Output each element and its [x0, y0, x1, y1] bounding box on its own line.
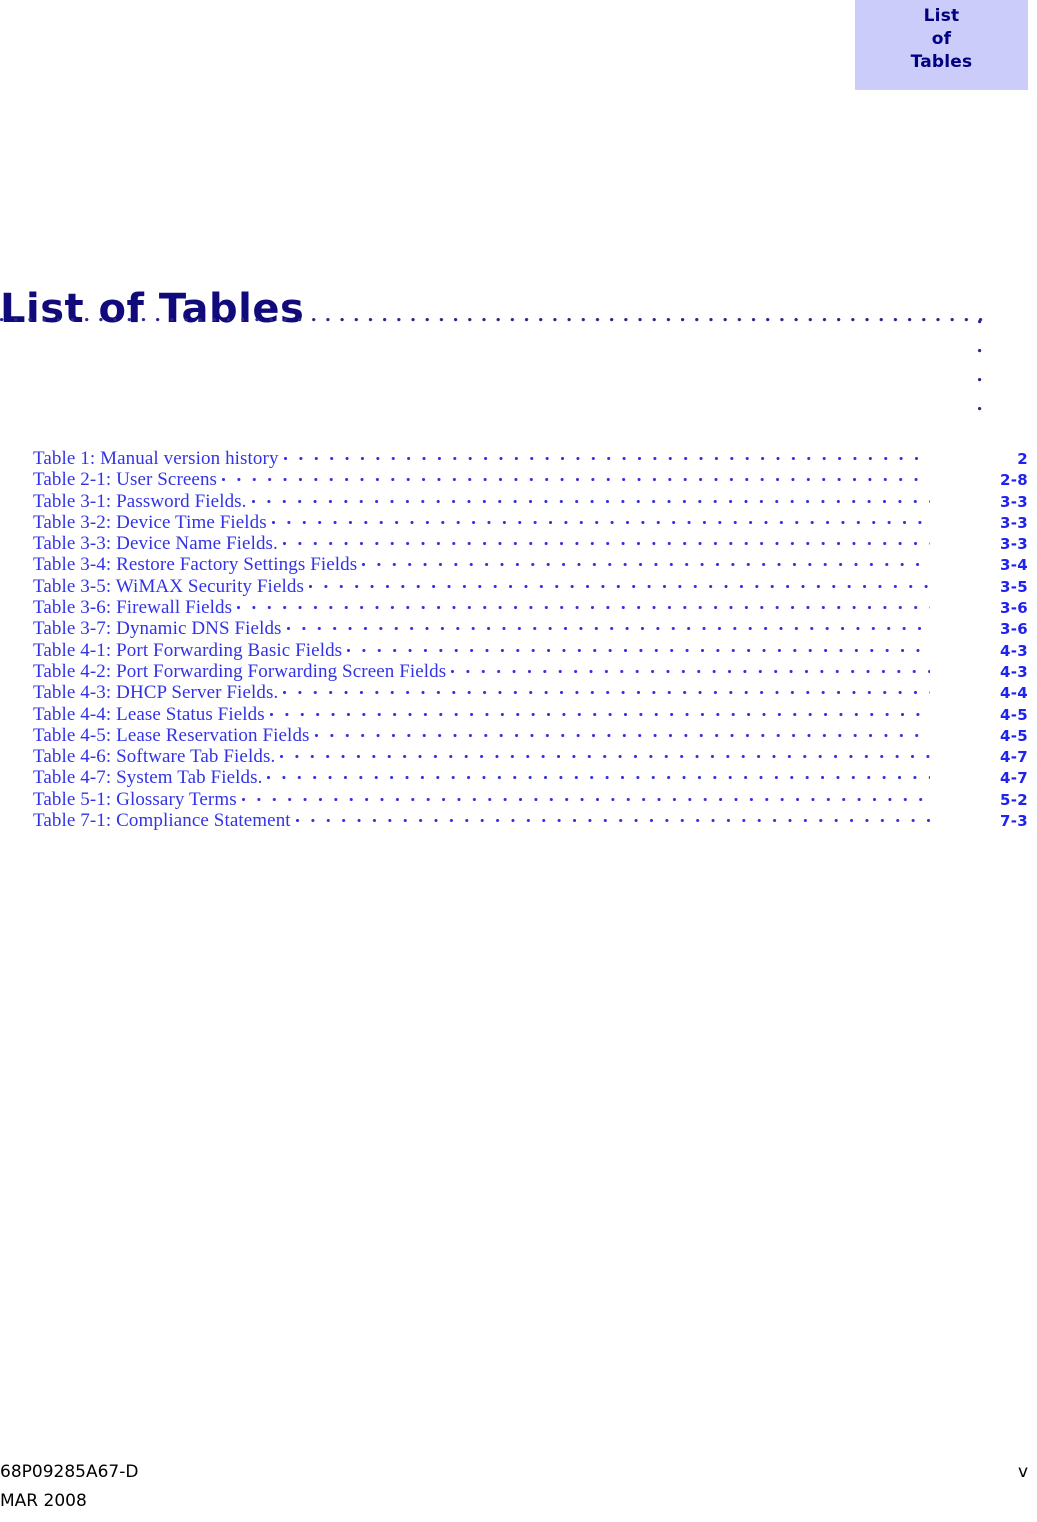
toc-entry-label: Table 4-5: Lease Reservation Fields: [33, 724, 310, 746]
toc-dot-leader: [283, 447, 930, 464]
toc-dot-leader: [271, 511, 930, 528]
toc-entry-label: Table 3-5: WiMAX Security Fields: [33, 575, 304, 597]
toc-dot-leader: [222, 468, 930, 485]
toc-entry-label: Table 1: Manual version history: [33, 448, 279, 469]
list-of-tables: Table 1: Manual version history 2 Table 2-…: [33, 447, 1028, 832]
toc-entry[interactable]: Table 3-1: Password Fields. 3-3: [33, 490, 1028, 512]
thumb-tab-line-3: Tables: [910, 52, 973, 72]
toc-dot-leader: [237, 596, 930, 613]
page-title: List of Tables: [0, 285, 305, 332]
toc-entry-page-number: 2-8: [1000, 471, 1028, 490]
toc-entry-label: Table 4-7: System Tab Fields.: [33, 767, 263, 789]
toc-entry[interactable]: Table 4-2: Port Forwarding Forwarding Sc…: [33, 660, 1028, 682]
toc-dot-leader: [269, 703, 930, 720]
toc-entry[interactable]: Table 2-1: User Screens 2-8: [33, 468, 1028, 491]
toc-entry-label: Table 3-2: Device Time Fields: [33, 511, 267, 533]
toc-dot-leader: [314, 724, 930, 741]
footer-document-number: 68P09285A67-D: [0, 1462, 139, 1482]
toc-entry-page-number: 3-4: [1000, 556, 1028, 575]
toc-dot-leader: [308, 575, 930, 592]
toc-entry-page-number: 7-3: [1000, 812, 1028, 831]
toc-entry[interactable]: Table 1: Manual version history 2: [33, 447, 1028, 469]
toc-entry-label: Table 4-1: Port Forwarding Basic Fields: [33, 639, 343, 661]
toc-entry-page-number: 4-4: [1000, 684, 1028, 703]
toc-entry-label: Table 4-4: Lease Status Fields: [33, 703, 265, 725]
toc-entry-page-number: 3-5: [1000, 577, 1028, 596]
toc-entry-page-number: 3-6: [1000, 620, 1028, 639]
toc-entry-label: Table 4-3: DHCP Server Fields.: [33, 682, 279, 704]
toc-entry-page-number: 4-7: [1000, 748, 1028, 767]
toc-dot-leader: [241, 788, 930, 805]
toc-entry-page-number: 4-3: [1000, 662, 1028, 681]
toc-entry-label: Table 3-3: Device Name Fields.: [33, 533, 278, 555]
toc-entry-page-number: 4-5: [1000, 705, 1028, 724]
toc-entry-label: Table 3-1: Password Fields.: [33, 490, 247, 512]
toc-dot-leader: [286, 617, 930, 634]
toc-dot-leader: [451, 660, 930, 677]
toc-entry-page-number: 5-2: [1000, 790, 1028, 809]
toc-entry[interactable]: Table 3-4: Restore Factory Settings Fiel…: [33, 553, 1028, 576]
toc-entry[interactable]: Table 4-3: DHCP Server Fields. 4-4: [33, 681, 1028, 704]
toc-dot-leader: [251, 490, 930, 507]
toc-entry[interactable]: Table 4-4: Lease Status Fields 4-5: [33, 703, 1028, 725]
toc-entry-label: Table 4-6: Software Tab Fields.: [33, 746, 276, 768]
footer-date: MAR 2008: [0, 1491, 87, 1511]
toc-entry-label: Table 3-4: Restore Factory Settings Fiel…: [33, 554, 358, 576]
toc-entry-page-number: 4-5: [1000, 726, 1028, 745]
page-footer: 68P09285A67-D v MAR 2008: [0, 1462, 1028, 1520]
toc-dot-leader: [362, 553, 930, 570]
toc-entry[interactable]: Table 3-7: Dynamic DNS Fields 3-6: [33, 617, 1028, 640]
toc-entry-page-number: 4-3: [1000, 641, 1028, 660]
toc-entry[interactable]: Table 3-2: Device Time Fields 3-3: [33, 511, 1028, 533]
vertical-dot-rule: [978, 320, 982, 420]
toc-entry[interactable]: Table 4-1: Port Forwarding Basic Fields 4…: [33, 639, 1028, 661]
toc-entry-page-number: 3-3: [1000, 513, 1028, 532]
toc-entry[interactable]: Table 5-1: Glossary Terms 5-2: [33, 788, 1028, 810]
toc-entry[interactable]: Table 4-5: Lease Reservation Fields 4-5: [33, 724, 1028, 746]
toc-dot-leader: [280, 745, 930, 762]
thumb-tab-line-2: of: [931, 29, 952, 49]
toc-entry-page-number: 3-3: [1000, 492, 1028, 511]
toc-entry-page-number: 3-6: [1000, 599, 1028, 618]
toc-entry[interactable]: Table 3-5: WiMAX Security Fields 3-5: [33, 575, 1028, 597]
toc-entry[interactable]: Table 4-7: System Tab Fields. 4-7: [33, 766, 1028, 789]
toc-entry-page-number: 3-3: [1000, 535, 1028, 554]
toc-entry[interactable]: Table 3-3: Device Name Fields. 3-3: [33, 532, 1028, 555]
chapter-thumb-tab: List of Tables: [855, 0, 1028, 90]
thumb-tab-line-1: List: [923, 6, 960, 26]
toc-entry-label: Table 7-1: Compliance Statement: [33, 810, 291, 832]
footer-line-1: 68P09285A67-D v: [0, 1462, 1028, 1491]
toc-entry-label: Table 3-7: Dynamic DNS Fields: [33, 618, 282, 640]
toc-dot-leader: [267, 766, 930, 783]
footer-line-2: MAR 2008: [0, 1491, 1028, 1520]
toc-entry[interactable]: Table 7-1: Compliance Statement 7-3: [33, 809, 1028, 832]
toc-entry-page-number: 2: [1017, 450, 1028, 468]
toc-dot-leader: [347, 639, 930, 656]
toc-entry[interactable]: Table 4-6: Software Tab Fields. 4-7: [33, 745, 1028, 768]
toc-entry-label: Table 4-2: Port Forwarding Forwarding Sc…: [33, 660, 447, 682]
toc-dot-leader: [283, 681, 930, 698]
footer-page-number: v: [1017, 1462, 1028, 1482]
horizontal-dot-rule: [0, 318, 989, 322]
toc-entry-label: Table 3-6: Firewall Fields: [33, 597, 233, 619]
toc-dot-leader: [282, 532, 930, 549]
toc-entry-label: Table 5-1: Glossary Terms: [33, 788, 237, 810]
toc-entry-label: Table 2-1: User Screens: [33, 469, 218, 491]
toc-entry[interactable]: Table 3-6: Firewall Fields 3-6: [33, 596, 1028, 619]
toc-entry-page-number: 4-7: [1000, 769, 1028, 788]
toc-dot-leader: [295, 809, 930, 826]
